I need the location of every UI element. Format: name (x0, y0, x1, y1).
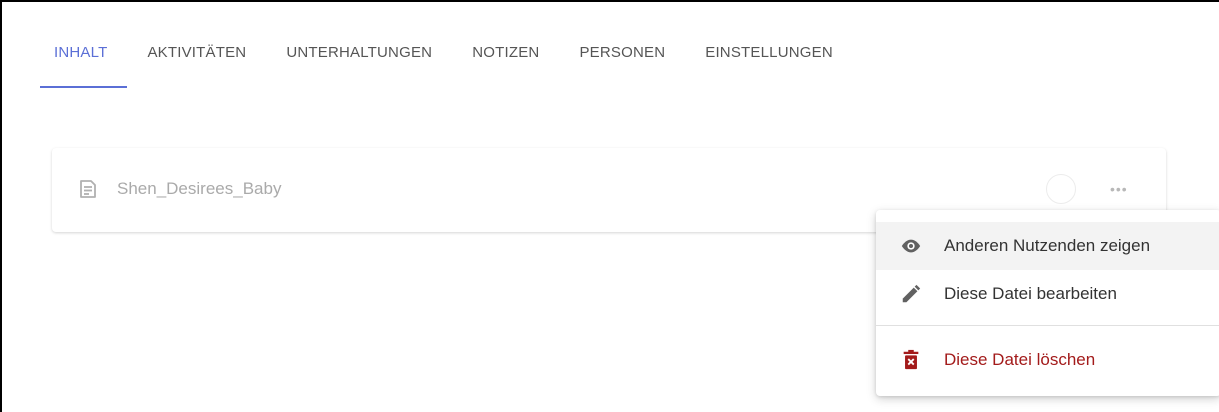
status-indicator[interactable] (1046, 174, 1076, 204)
eye-icon (900, 235, 922, 257)
tab-einstellungen[interactable]: EINSTELLUNGEN (685, 42, 853, 88)
document-icon (78, 179, 98, 199)
menu-item-edit-file[interactable]: Diese Datei bearbeiten (876, 270, 1219, 318)
tab-inhalt[interactable]: INHALT (40, 42, 128, 88)
tab-unterhaltungen[interactable]: UNTERHALTUNGEN (266, 42, 452, 88)
tab-notizen[interactable]: NOTIZEN (452, 42, 559, 88)
tab-bar: INHALT AKTIVITÄTEN UNTERHALTUNGEN NOTIZE… (40, 42, 853, 88)
menu-item-delete-file[interactable]: Diese Datei löschen (876, 336, 1219, 384)
menu-item-label: Anderen Nutzenden zeigen (944, 236, 1151, 255)
menu-item-label: Diese Datei bearbeiten (944, 284, 1117, 303)
pencil-icon (900, 283, 922, 305)
menu-item-label: Diese Datei löschen (944, 350, 1096, 369)
file-name[interactable]: Shen_Desirees_Baby (117, 179, 281, 199)
menu-divider (876, 325, 1219, 326)
tab-personen[interactable]: PERSONEN (559, 42, 685, 88)
menu-item-show-to-others[interactable]: Anderen Nutzenden zeigen (876, 222, 1219, 270)
more-horizontal-icon[interactable]: ••• (1110, 182, 1134, 196)
trash-icon (900, 349, 922, 371)
tab-aktivitaeten[interactable]: AKTIVITÄTEN (127, 42, 266, 88)
file-context-menu: Anderen Nutzenden zeigen Diese Datei bea… (876, 210, 1219, 396)
